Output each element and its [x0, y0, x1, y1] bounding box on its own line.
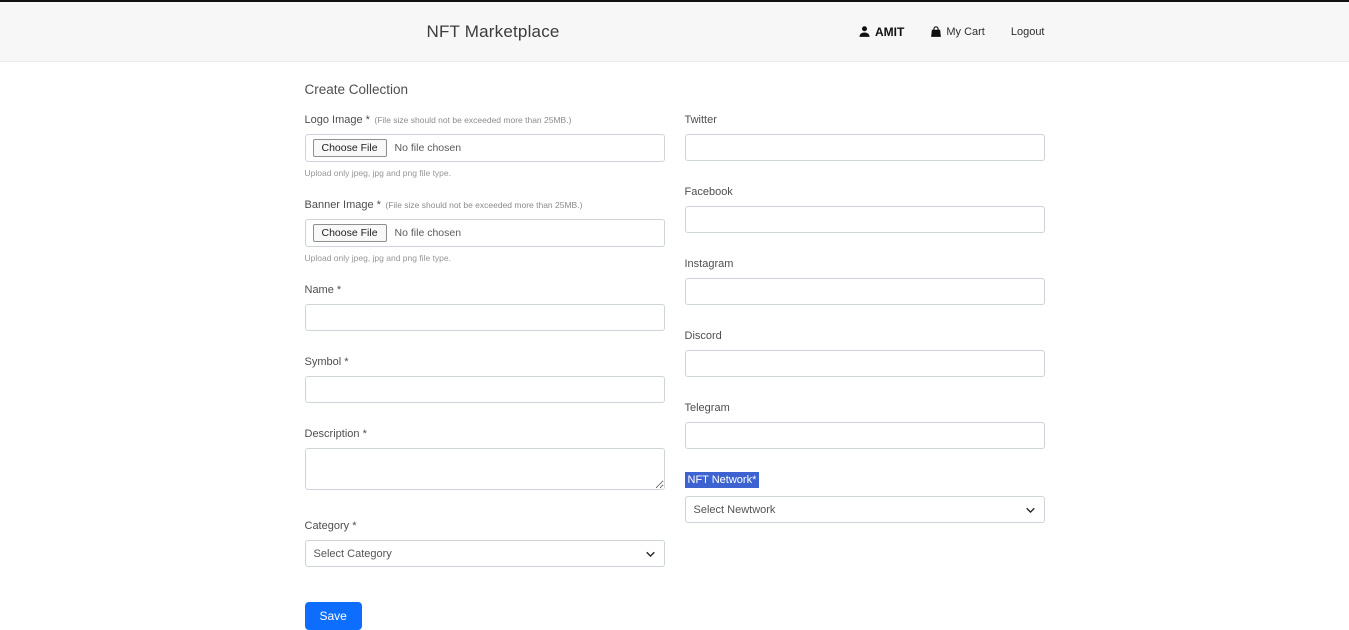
banner-image-group: Banner Image * (File size should not be … [305, 195, 665, 263]
description-textarea[interactable] [305, 448, 665, 490]
facebook-label: Facebook [685, 186, 733, 198]
header-nav: AMIT My Cart Logout [858, 25, 1044, 39]
discord-input[interactable] [685, 350, 1045, 377]
user-icon [858, 25, 871, 38]
telegram-input[interactable] [685, 422, 1045, 449]
facebook-group: Facebook [685, 182, 1045, 233]
discord-group: Discord [685, 326, 1045, 377]
logout-link[interactable]: Logout [1011, 26, 1045, 38]
twitter-input[interactable] [685, 134, 1045, 161]
name-input[interactable] [305, 304, 665, 331]
symbol-group: Symbol * [305, 352, 665, 403]
facebook-input[interactable] [685, 206, 1045, 233]
banner-file-status: No file chosen [395, 227, 462, 239]
description-label: Description * [305, 428, 367, 440]
page-title: Create Collection [305, 82, 1045, 97]
app-header: NFT Marketplace AMIT My Cart Logout [0, 0, 1349, 62]
logo-help-text: Upload only jpeg, jpg and png file type. [305, 168, 665, 178]
telegram-label: Telegram [685, 402, 730, 414]
my-cart-link[interactable]: My Cart [930, 26, 985, 38]
form-right-column: Twitter Facebook Instagram Discord Teleg… [685, 110, 1045, 544]
instagram-input[interactable] [685, 278, 1045, 305]
banner-image-label: Banner Image * [305, 199, 381, 211]
cart-icon [930, 26, 942, 38]
banner-help-text: Upload only jpeg, jpg and png file type. [305, 253, 665, 263]
discord-label: Discord [685, 330, 722, 342]
category-group: Category * Select Category [305, 516, 665, 567]
symbol-input[interactable] [305, 376, 665, 403]
banner-choose-file-button[interactable]: Choose File [313, 224, 387, 242]
name-group: Name * [305, 280, 665, 331]
category-select[interactable]: Select Category [305, 540, 665, 567]
logo-image-group: Logo Image * (File size should not be ex… [305, 110, 665, 178]
logo-file-status: No file chosen [395, 142, 462, 154]
banner-file-input[interactable]: Choose File No file chosen [305, 219, 665, 247]
twitter-group: Twitter [685, 110, 1045, 161]
name-label: Name * [305, 284, 342, 296]
create-collection-page: Create Collection Logo Image * (File siz… [305, 62, 1045, 630]
form-left-column: Logo Image * (File size should not be ex… [305, 110, 665, 630]
description-group: Description * [305, 424, 665, 495]
my-cart-label: My Cart [946, 26, 985, 38]
logo-size-note: (File size should not be exceeded more t… [374, 115, 571, 125]
logo-choose-file-button[interactable]: Choose File [313, 139, 387, 157]
nft-network-group: NFT Network* Select Newtwork [685, 470, 1045, 523]
instagram-label: Instagram [685, 258, 734, 270]
logo-image-label: Logo Image * [305, 114, 370, 126]
banner-size-note: (File size should not be exceeded more t… [385, 200, 582, 210]
user-name: AMIT [875, 25, 904, 39]
network-label: NFT Network* [685, 472, 760, 488]
network-select[interactable]: Select Newtwork [685, 496, 1045, 523]
app-title: NFT Marketplace [427, 22, 560, 42]
instagram-group: Instagram [685, 254, 1045, 305]
symbol-label: Symbol * [305, 356, 349, 368]
telegram-group: Telegram [685, 398, 1045, 449]
category-label: Category * [305, 520, 357, 532]
twitter-label: Twitter [685, 114, 717, 126]
logo-file-input[interactable]: Choose File No file chosen [305, 134, 665, 162]
logout-label: Logout [1011, 26, 1045, 38]
user-menu[interactable]: AMIT [858, 25, 904, 39]
save-button[interactable]: Save [305, 602, 362, 630]
